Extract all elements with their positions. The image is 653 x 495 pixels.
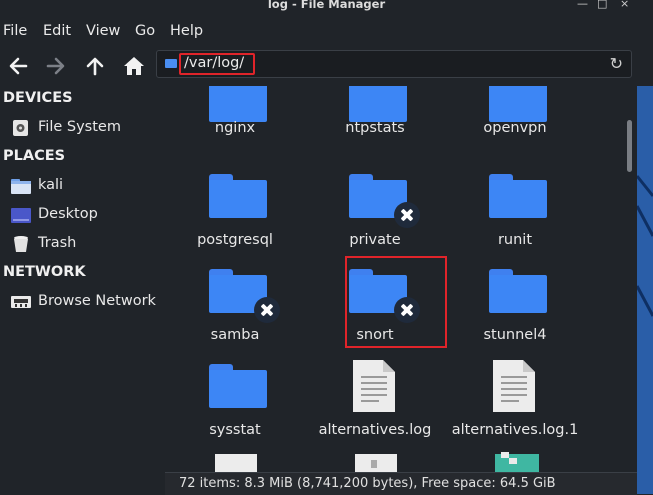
- folder-icon: [165, 59, 177, 68]
- minimize-button[interactable]: —: [577, 0, 588, 10]
- sidebar-heading-devices: DEVICES: [3, 90, 73, 106]
- file-name: openvpn: [483, 120, 547, 136]
- no-access-icon: [394, 202, 420, 228]
- status-bar: 72 items: 8.3 MiB (8,741,200 bytes), Fre…: [165, 472, 637, 495]
- menu-file[interactable]: File: [3, 23, 27, 39]
- forward-button[interactable]: [42, 52, 70, 80]
- scrollbar-thumb[interactable]: [627, 120, 632, 172]
- sidebar-item-label: Trash: [38, 235, 77, 251]
- sidebar-item-label: File System: [38, 119, 121, 135]
- file-item-folder[interactable]: sysstat: [165, 364, 305, 459]
- home-button[interactable]: [120, 52, 148, 80]
- desktop-icon: [11, 208, 31, 223]
- sidebar-item-label: Browse Network: [38, 293, 156, 309]
- file-name: alternatives.log.1: [451, 422, 579, 438]
- title-bar: log - File Manager — □ ×: [0, 0, 653, 14]
- menu-help[interactable]: Help: [170, 23, 203, 39]
- window-title: log - File Manager: [267, 0, 386, 11]
- network-icon: [11, 296, 31, 308]
- file-item-folder[interactable]: runit: [445, 174, 585, 269]
- reload-icon[interactable]: ↻: [610, 54, 623, 73]
- home-icon: [124, 57, 144, 75]
- folder-icon: [489, 174, 547, 218]
- sidebar-item-desktop[interactable]: Desktop: [10, 204, 160, 226]
- file-name: sysstat: [209, 422, 261, 438]
- sidebar-heading-places: PLACES: [3, 148, 66, 164]
- sidebar-item-trash[interactable]: Trash: [10, 233, 160, 255]
- text-file-icon: [493, 360, 535, 412]
- file-item-folder[interactable]: nginx: [165, 86, 305, 173]
- forward-arrow-icon: [46, 57, 65, 75]
- folder-icon: [209, 86, 267, 122]
- file-name: postgresql: [197, 232, 273, 248]
- folder-icon: [489, 86, 547, 122]
- file-item-folder[interactable]: stunnel4: [445, 269, 585, 364]
- desktop-wallpaper-icon: [637, 175, 653, 317]
- file-name: samba: [210, 327, 260, 343]
- file-item-folder-locked[interactable]: samba: [165, 269, 305, 364]
- file-icon-partial[interactable]: [355, 454, 397, 472]
- sidebar-heading-network: NETWORK: [3, 264, 86, 280]
- status-text: 72 items: 8.3 MiB (8,741,200 bytes), Fre…: [179, 476, 556, 491]
- archive-file-icon[interactable]: [495, 452, 539, 472]
- menu-bar: File Edit View Go Help: [0, 16, 653, 46]
- file-item-text-file[interactable]: alternatives.log.1: [445, 360, 585, 455]
- drive-icon: [13, 120, 28, 136]
- trash-icon: [14, 236, 28, 252]
- up-arrow-icon: [86, 57, 104, 76]
- file-item-folder[interactable]: postgresql: [165, 174, 305, 269]
- path-highlight-box: [179, 53, 255, 75]
- sidebar-item-label: Desktop: [38, 206, 98, 222]
- file-name: ntpstats: [345, 120, 405, 136]
- sidebar-item-browse-network[interactable]: Browse Network: [10, 291, 160, 313]
- menu-view[interactable]: View: [86, 23, 120, 39]
- folder-icon: [209, 364, 267, 408]
- file-item-folder-locked[interactable]: private: [305, 174, 445, 269]
- back-button[interactable]: [4, 52, 32, 80]
- file-icon-partial[interactable]: [215, 454, 257, 472]
- file-item-text-file[interactable]: alternatives.log: [305, 360, 445, 455]
- sidebar: DEVICES File System PLACES kali Desktop …: [0, 86, 164, 494]
- text-file-icon: [353, 360, 395, 412]
- back-arrow-icon: [9, 57, 28, 75]
- home-folder-icon: [11, 179, 31, 194]
- sidebar-item-kali[interactable]: kali: [10, 175, 160, 197]
- up-button[interactable]: [81, 52, 109, 80]
- file-name: stunnel4: [483, 327, 547, 343]
- file-name: private: [349, 232, 401, 248]
- no-access-icon: [254, 297, 280, 323]
- location-bar[interactable]: /var/log/ ↻: [156, 50, 632, 78]
- file-name: alternatives.log: [318, 422, 432, 438]
- sidebar-item-label: kali: [38, 177, 64, 193]
- folder-icon: [209, 174, 267, 218]
- desktop-background: [637, 86, 653, 494]
- file-name: runit: [497, 232, 533, 248]
- file-item-folder[interactable]: openvpn: [445, 86, 585, 173]
- close-button[interactable]: ×: [620, 0, 629, 10]
- file-item-folder[interactable]: ntpstats: [305, 86, 445, 173]
- menu-go[interactable]: Go: [135, 23, 155, 39]
- folder-icon: [349, 86, 407, 122]
- menu-edit[interactable]: Edit: [43, 23, 71, 39]
- file-grid: nginx ntpstats openvpn postgresql privat…: [165, 86, 637, 472]
- snort-highlight-box: [345, 256, 447, 348]
- folder-icon: [489, 269, 547, 313]
- file-name: nginx: [214, 120, 256, 136]
- maximize-button[interactable]: □: [597, 0, 607, 10]
- sidebar-item-file-system[interactable]: File System: [10, 117, 160, 139]
